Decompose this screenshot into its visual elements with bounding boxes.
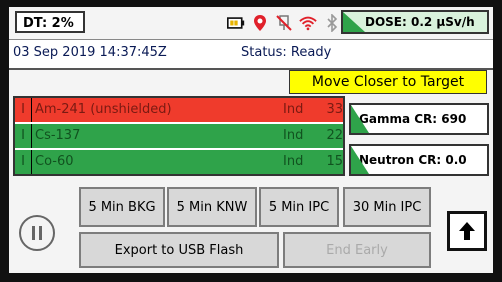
wifi-icon (299, 14, 317, 32)
export-usb-button[interactable]: Export to USB Flash (79, 232, 279, 268)
neutron-cr-label: Neutron CR: 0.0 cps (359, 153, 467, 167)
dose-rate-indicator: DOSE: 0.2 µSv/h (341, 10, 489, 34)
dose-level-wedge (343, 12, 365, 32)
end-early-button[interactable]: End Early (283, 232, 431, 268)
location-pin-icon (251, 14, 269, 32)
knw-5min-button[interactable]: 5 Min KNW (167, 187, 257, 227)
neutron-level-wedge (351, 146, 369, 174)
neutron-count-rate: Neutron CR: 0.0 cps (349, 144, 489, 176)
isotope-name: Am-241 (unshielded) (35, 102, 172, 117)
ipc-5min-button[interactable]: 5 Min IPC (259, 187, 339, 227)
isotope-list[interactable]: I Am-241 (unshielded) Ind 33 I Cs-137 In… (13, 96, 345, 176)
list-item[interactable]: I Co-60 Ind 15 (15, 150, 343, 174)
list-item[interactable]: I Am-241 (unshielded) Ind 33 (15, 98, 343, 122)
bkg-5min-button[interactable]: 5 Min BKG (79, 187, 165, 227)
row-marker: I (15, 98, 32, 122)
isotope-score: 15 (326, 154, 343, 169)
isotope-type: Ind (283, 128, 304, 143)
list-item[interactable]: I Cs-137 Ind 22 (15, 124, 343, 148)
datetime-text: 03 Sep 2019 14:37:45Z (13, 45, 167, 60)
device-bezel: DT: 2% DOSE: 0.2 µSv/h 03 Sep 2019 14:37… (0, 0, 502, 282)
isotope-name: Co-60 (35, 154, 74, 169)
row-marker: I (15, 124, 32, 148)
isotope-type: Ind (283, 102, 304, 117)
ipc-30min-button[interactable]: 30 Min IPC (343, 187, 431, 227)
isotope-score: 33 (326, 102, 343, 117)
pause-icon (32, 226, 42, 240)
row-marker: I (15, 150, 32, 174)
status-text: Status: Ready (241, 45, 332, 60)
guidance-message: Move Closer to Target (289, 70, 487, 94)
scroll-up-button[interactable] (447, 211, 487, 251)
top-bar: DT: 2% DOSE: 0.2 µSv/h (9, 7, 493, 39)
screen: DT: 2% DOSE: 0.2 µSv/h 03 Sep 2019 14:37… (9, 7, 493, 273)
no-usb-icon (275, 14, 293, 32)
arrow-up-icon (459, 222, 475, 240)
isotope-type: Ind (283, 154, 304, 169)
gamma-cr-label: Gamma CR: 690 cps (359, 112, 467, 126)
status-bar: 03 Sep 2019 14:37:45Z Status: Ready (9, 39, 493, 70)
dead-time-indicator: DT: 2% (15, 11, 85, 33)
isotope-score: 22 (326, 128, 343, 143)
gamma-count-rate: Gamma CR: 690 cps (349, 103, 489, 135)
pause-button[interactable] (19, 215, 55, 251)
dose-label: DOSE: 0.2 µSv/h (365, 15, 475, 29)
isotope-name: Cs-137 (35, 128, 81, 143)
battery-icon (227, 14, 245, 32)
bluetooth-icon (323, 14, 341, 32)
gamma-level-wedge (351, 105, 369, 133)
status-icons (227, 13, 341, 33)
